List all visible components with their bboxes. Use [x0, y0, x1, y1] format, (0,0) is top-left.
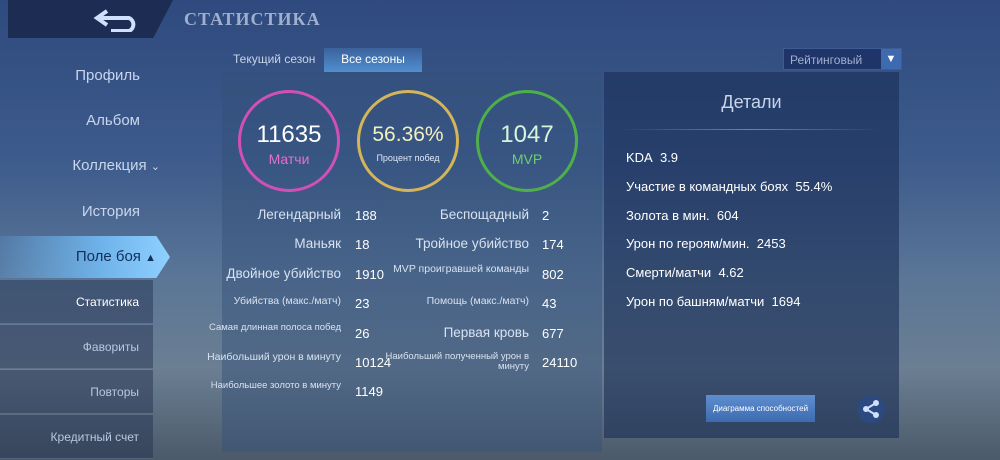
sidebar-item-label: Коллекция	[72, 157, 147, 174]
detail-label: Смерти/матчи	[626, 265, 712, 281]
stat-label: Беспощадный	[439, 207, 529, 222]
detail-value: 1694	[771, 294, 801, 309]
detail-label: KDA	[626, 150, 653, 165]
stat-label: Тройное убийство	[415, 236, 529, 251]
stat-value: 677	[542, 326, 564, 341]
stat-value: 188	[355, 208, 377, 223]
sidebar-subitem-replays[interactable]: Повторы	[0, 370, 153, 414]
detail-label: Участие в командных боях	[626, 178, 789, 194]
share-button[interactable]	[857, 395, 885, 423]
stat-label: Двойное убийство	[226, 266, 341, 281]
stat-value: 23	[355, 296, 370, 311]
mvp-value: 1047	[500, 121, 554, 148]
stat-label: Наибольший полученный урон в минуту	[385, 351, 530, 372]
sidebar-subitem-statistics[interactable]: Статистика	[0, 280, 153, 324]
chevron-down-icon[interactable]: ▼	[881, 49, 901, 69]
stat-label: MVP проигравшей команды	[393, 263, 529, 275]
stat-value: 802	[542, 267, 564, 282]
chevron-down-icon: ⌄	[150, 161, 160, 173]
mode-select-value: Рейтинговый	[790, 53, 863, 67]
chevron-up-icon: ▲	[145, 252, 156, 264]
back-button[interactable]	[8, 0, 173, 38]
stat-label: Маньяк	[294, 236, 341, 251]
detail-label: Урон по героям/мин.	[626, 236, 750, 252]
detail-value: 4.62	[718, 265, 744, 281]
stat-value: 174	[542, 237, 564, 252]
sidebar-subitem-favorites[interactable]: Фавориты	[0, 325, 153, 369]
detail-row: Урон по героям/мин. 2453	[626, 236, 786, 251]
stat-label: Помощь (макс./матч)	[426, 295, 529, 307]
sidebar-item-label: Поле боя	[75, 248, 141, 265]
sidebar-item-battlefield[interactable]: Поле боя ▲	[0, 236, 170, 278]
stat-value: 26	[355, 326, 370, 341]
matches-value: 11635	[256, 121, 322, 148]
share-icon	[863, 400, 879, 418]
matches-label: Матчи	[268, 151, 310, 167]
detail-row: Смерти/матчи 4.62	[626, 265, 744, 280]
stat-label: Наибольший урон в минуту	[207, 351, 341, 363]
detail-label: Золота в мин.	[626, 207, 710, 223]
stat-label: Самая длинная полоса побед	[208, 322, 341, 333]
divider	[620, 129, 882, 130]
detail-row: KDA 3.9	[626, 150, 678, 165]
mvp-circle: 1047 MVP	[476, 90, 578, 192]
detail-value: 3.9	[659, 150, 679, 165]
stat-value: 24110	[542, 355, 578, 370]
sidebar-item-profile[interactable]: Профиль	[75, 67, 140, 84]
mode-select[interactable]: Рейтинговый ▼	[783, 48, 902, 70]
stat-label: Убийства (макс./матч)	[233, 295, 341, 307]
back-arrow-icon	[93, 9, 136, 32]
sidebar-item-history[interactable]: История	[82, 203, 140, 220]
stat-value: 18	[355, 237, 370, 252]
details-panel	[604, 72, 899, 438]
sidebar-subitem-credit[interactable]: Кредитный счет	[0, 415, 153, 459]
stat-label: Легендарный	[257, 207, 341, 222]
detail-row: Участие в командных боях 55.4%	[626, 179, 832, 194]
detail-row: Урон по башням/матчи 1694	[626, 294, 800, 309]
detail-label: Урон по башням/матчи	[626, 294, 765, 309]
winrate-value: 56.36%	[372, 123, 444, 146]
stat-value: 2	[542, 208, 550, 223]
stat-label: Наибольшее золото в минуту	[210, 380, 341, 391]
page-title: СТАТИСТИКА	[184, 9, 321, 29]
ability-chart-button[interactable]: Диаграмма способностей	[706, 395, 815, 422]
tab-current-season[interactable]: Текущий сезон	[233, 52, 315, 66]
mvp-label: MVP	[511, 151, 543, 167]
sidebar-item-collection[interactable]: Коллекция ⌄	[72, 157, 160, 174]
matches-circle: 11635 Матчи	[238, 90, 340, 192]
stat-value: 1149	[355, 384, 383, 399]
detail-value: 2453	[756, 236, 786, 252]
stat-label: Первая кровь	[443, 325, 529, 340]
details-title: Детали	[721, 92, 782, 112]
stat-value: 43	[542, 296, 557, 311]
detail-value: 604	[716, 207, 739, 223]
detail-value: 55.4%	[795, 178, 833, 194]
detail-row: Золота в мин. 604	[626, 208, 739, 223]
tab-all-seasons[interactable]: Все сезоны	[324, 48, 422, 72]
sidebar-item-album[interactable]: Альбом	[86, 112, 140, 129]
winrate-circle: 56.36% Процент побед	[357, 90, 459, 192]
winrate-label: Процент побед	[376, 153, 440, 163]
